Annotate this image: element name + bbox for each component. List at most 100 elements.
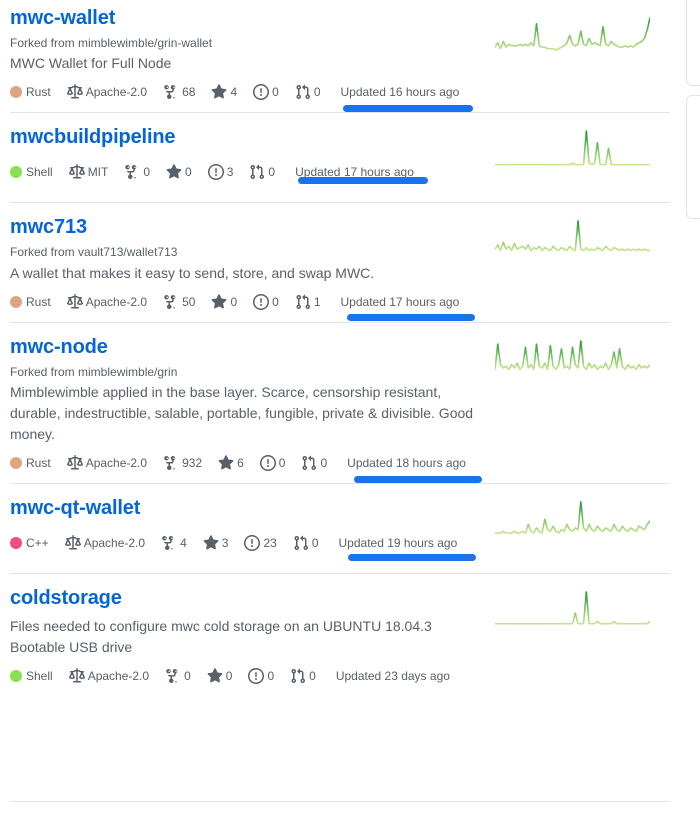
updated-label: Updated 23 days ago <box>335 669 450 684</box>
git-pull-request-icon <box>296 84 310 100</box>
repository-pulls-count[interactable]: 0 <box>249 164 275 180</box>
license-label: Apache-2.0 <box>85 456 148 471</box>
repository-pulls-count[interactable]: 0 <box>295 84 321 100</box>
forked-from-label: Forked from mimblewimble/grin <box>10 364 178 379</box>
law-icon <box>66 293 83 309</box>
repository-description: Files needed to configure mwc cold stora… <box>10 618 432 656</box>
repository-name-link[interactable]: mwc-wallet <box>10 6 115 31</box>
repository-license[interactable]: MIT <box>68 164 108 180</box>
repository-language[interactable]: Shell <box>10 670 53 683</box>
language-label: Shell <box>26 165 53 180</box>
star-icon <box>218 455 234 470</box>
star-icon <box>212 294 227 309</box>
repository-license[interactable]: Apache-2.0 <box>68 668 150 684</box>
star-icon <box>212 84 227 99</box>
repository-stars-count[interactable]: 4 <box>211 84 237 100</box>
repository-meta: Shell Apache-2.0 0 0 0 0 Updated 23 days ago <box>10 667 490 685</box>
repository-pulls-count[interactable]: 0 <box>290 668 316 684</box>
repository-issues-count-value: 0 <box>278 456 286 471</box>
repository-issues-count[interactable]: 3 <box>207 164 234 181</box>
repository-forks-count[interactable]: 4 <box>161 535 187 551</box>
repository-license[interactable]: Apache-2.0 <box>66 455 148 471</box>
repository-stars-count[interactable]: 3 <box>203 535 228 551</box>
git-pull-request-icon <box>291 668 306 684</box>
law-icon <box>66 455 83 470</box>
repository-row: mwc713 Forked from vault713/wallet713 A wa… <box>10 203 670 323</box>
repo-forked-icon <box>166 669 178 684</box>
updated-time-highlight-annotation <box>343 105 473 113</box>
commit-activity-sparkline <box>495 586 650 634</box>
repository-name-link[interactable]: coldstorage <box>10 586 122 611</box>
repository-issues-count-value: 3 <box>226 165 234 180</box>
repository-language[interactable]: C++ <box>10 537 49 550</box>
license-label: Apache-2.0 <box>87 669 150 684</box>
updated-label: Updated 19 hours ago <box>338 536 458 551</box>
repository-issues-count[interactable]: 23 <box>244 535 277 552</box>
repository-pulls-count-value: 0 <box>268 165 276 180</box>
repository-details: mwc-qt-wallet C++ Apache-2.0 4 3 23 0 Updated 1… <box>10 496 490 562</box>
repository-issues-count[interactable]: 0 <box>259 455 286 472</box>
repository-language[interactable]: Shell <box>10 165 53 180</box>
repository-stars-count[interactable]: 0 <box>207 668 232 684</box>
repository-pulls-count[interactable]: 0 <box>301 455 327 471</box>
star-icon <box>166 164 182 179</box>
repository-forks-count[interactable]: 68 <box>163 84 195 100</box>
repository-license[interactable]: Apache-2.0 <box>66 293 147 310</box>
repository-stars-count-value: 0 <box>230 294 238 309</box>
repository-issues-count[interactable]: 0 <box>253 84 279 101</box>
repository-forks-count[interactable]: 0 <box>124 164 150 180</box>
star-icon <box>203 535 219 550</box>
repository-meta: Shell MIT 0 0 3 0 Updated 17 hours ago <box>10 163 490 185</box>
issue-opened-icon <box>244 535 261 552</box>
law-icon <box>68 668 85 683</box>
repository-stars-count[interactable]: 0 <box>166 164 192 180</box>
star-icon <box>207 668 223 683</box>
issue-opened-icon <box>253 84 270 101</box>
git-pull-request-icon <box>294 535 308 551</box>
repository-pulls-count[interactable]: 1 <box>295 294 321 310</box>
repository-row: mwc-node Forked from mimblewimble/grin Mim… <box>10 323 670 485</box>
updated-time-highlight-annotation <box>347 313 475 321</box>
repository-license[interactable]: Apache-2.0 <box>66 84 147 100</box>
repository-issues-count[interactable]: 0 <box>248 668 274 685</box>
repository-name-link[interactable]: mwc-qt-wallet <box>10 496 140 521</box>
repository-pulls-count-value: 0 <box>311 536 319 551</box>
repository-meta: Rust Apache-2.0 50 0 0 1 Updated 17 hours ago <box>10 293 490 321</box>
language-label: Rust <box>26 294 51 309</box>
repository-forks-count-value: 0 <box>184 669 191 684</box>
repository-updated-time: Updated 17 hours ago <box>341 296 460 308</box>
git-pull-request-icon <box>250 164 265 180</box>
updated-label: Updated 17 hours ago <box>295 165 414 180</box>
repository-stars-count[interactable]: 0 <box>211 294 237 310</box>
language-color-dot-icon <box>10 537 22 550</box>
repository-name-link[interactable]: mwc-node <box>10 335 108 360</box>
repository-stars-count-value: 0 <box>185 165 192 180</box>
repository-language[interactable]: Rust <box>10 86 51 99</box>
repository-forks-count[interactable]: 0 <box>165 668 191 684</box>
repository-issues-count-value: 0 <box>272 85 279 100</box>
updated-time-highlight-annotation <box>348 554 476 562</box>
language-color-dot-icon <box>10 295 22 308</box>
language-color-dot-icon <box>10 86 22 99</box>
repository-issues-count-value: 23 <box>263 536 277 551</box>
repository-details: coldstorage Files needed to configure mwc… <box>10 586 490 685</box>
repository-issues-count[interactable]: 0 <box>253 293 279 310</box>
repository-row: coldstorage Files needed to configure mwc… <box>10 574 670 696</box>
repository-name-link[interactable]: mwc713 <box>10 215 87 240</box>
repository-forks-count-value: 0 <box>143 165 151 180</box>
repository-license[interactable]: Apache-2.0 <box>64 535 145 551</box>
repository-stars-count[interactable]: 6 <box>218 455 244 471</box>
list-bottom-divider <box>10 801 670 802</box>
repository-forks-count[interactable]: 932 <box>163 455 202 471</box>
forked-from-label: Forked from vault713/wallet713 <box>10 245 178 260</box>
repository-forks-count[interactable]: 50 <box>163 294 195 310</box>
repository-language[interactable]: Rust <box>10 294 51 309</box>
repository-stars-count-value: 6 <box>237 456 244 471</box>
repository-language[interactable]: Rust <box>10 457 51 470</box>
repository-list: mwc-wallet Forked from mimblewimble/grin-… <box>0 0 700 696</box>
repository-meta: Rust Apache-2.0 68 4 0 0 Updated 16 hours ago <box>10 83 490 113</box>
forked-from-label: Forked from mimblewimble/grin-wallet <box>10 36 213 50</box>
repository-pulls-count[interactable]: 0 <box>293 535 319 551</box>
repository-forks-count-value: 68 <box>182 85 196 100</box>
repository-name-link[interactable]: mwcbuildpipeline <box>10 125 176 150</box>
